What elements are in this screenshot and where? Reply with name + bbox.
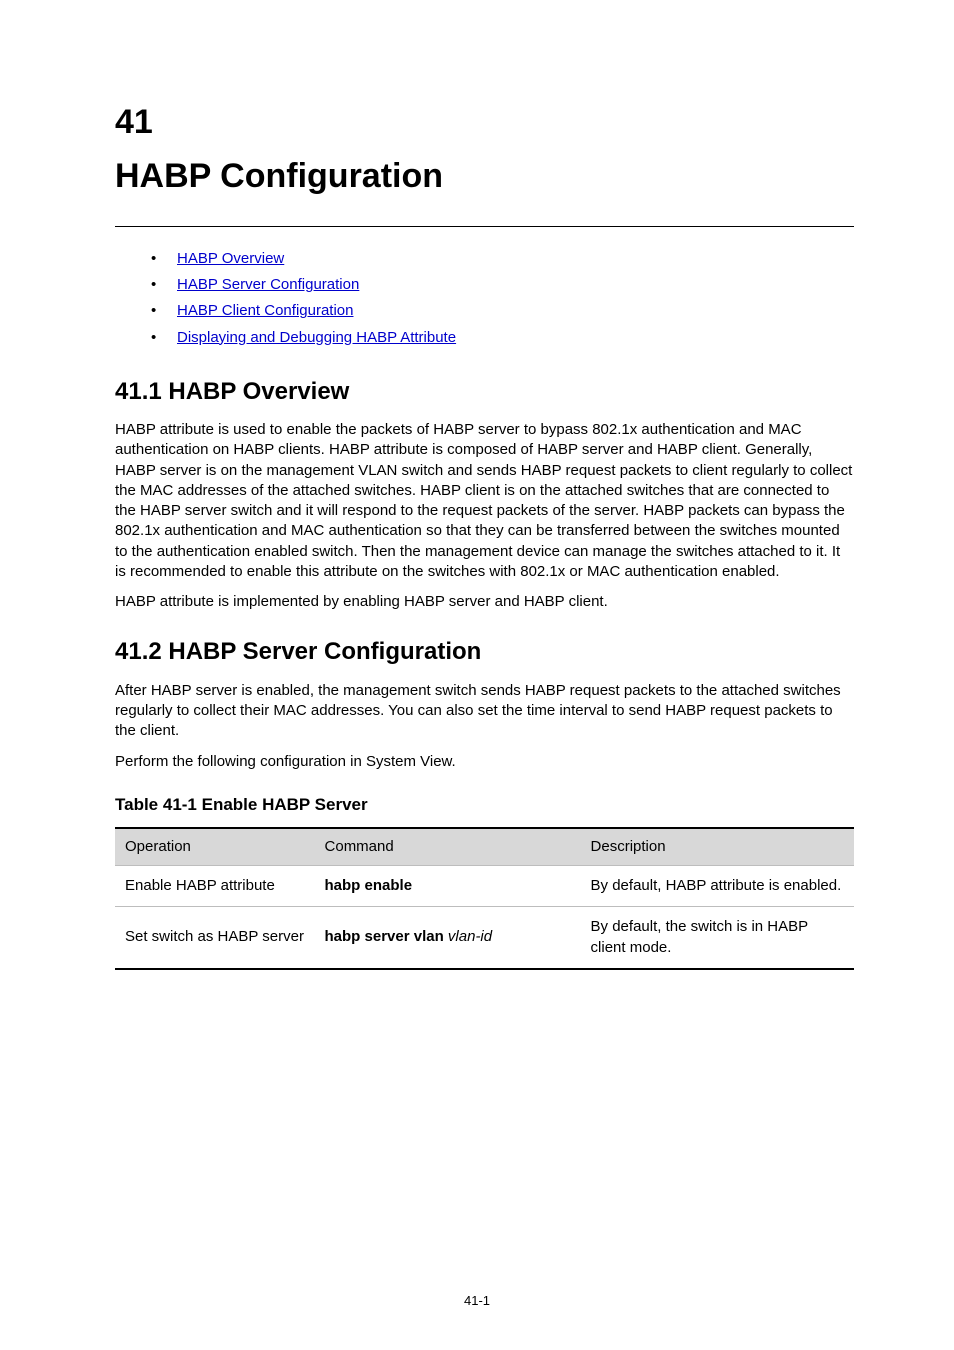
cell-command: habp server vlan vlan-id <box>315 907 581 969</box>
toc-link-server[interactable]: HABP Server Configuration <box>177 276 359 293</box>
section-overview-heading: 41.1 HABP Overview <box>115 376 854 408</box>
server-paragraph-1: After HABP server is enabled, the manage… <box>115 681 854 742</box>
toc-link-client[interactable]: HABP Client Configuration <box>177 302 353 319</box>
toc-item: HABP Overview <box>151 249 854 269</box>
page-number: 41-1 <box>0 1292 954 1310</box>
table-header-description: Description <box>581 828 854 866</box>
table-title: Table 41-1 Enable HABP Server <box>115 794 854 817</box>
toc-item: HABP Client Configuration <box>151 301 854 321</box>
cell-operation: Set switch as HABP server <box>115 907 315 969</box>
cell-operation: Enable HABP attribute <box>115 866 315 907</box>
toc-link-overview[interactable]: HABP Overview <box>177 250 284 267</box>
chapter-number: 41 <box>115 100 854 146</box>
server-table: Operation Command Description Enable HAB… <box>115 827 854 970</box>
title-rule <box>115 226 854 227</box>
table-header-row: Operation Command Description <box>115 828 854 866</box>
toc-link-debugging[interactable]: Displaying and Debugging HABP Attribute <box>177 329 456 346</box>
cell-command: habp enable <box>315 866 581 907</box>
toc-list: HABP Overview HABP Server Configuration … <box>151 249 854 348</box>
overview-paragraph-1: HABP attribute is used to enable the pac… <box>115 420 854 582</box>
overview-paragraph-2: HABP attribute is implemented by enablin… <box>115 592 854 612</box>
chapter-title: HABP Configuration <box>115 154 854 200</box>
cell-description: By default, HABP attribute is enabled. <box>581 866 854 907</box>
cell-description: By default, the switch is in HABP client… <box>581 907 854 969</box>
table-row: Enable HABP attribute habp enable By def… <box>115 866 854 907</box>
table-header-command: Command <box>315 828 581 866</box>
toc-item: HABP Server Configuration <box>151 275 854 295</box>
table-header-operation: Operation <box>115 828 315 866</box>
server-paragraph-2: Perform the following configuration in S… <box>115 752 854 772</box>
toc-item: Displaying and Debugging HABP Attribute <box>151 328 854 348</box>
section-server-heading: 41.2 HABP Server Configuration <box>115 636 854 668</box>
table-row: Set switch as HABP server habp server vl… <box>115 907 854 969</box>
